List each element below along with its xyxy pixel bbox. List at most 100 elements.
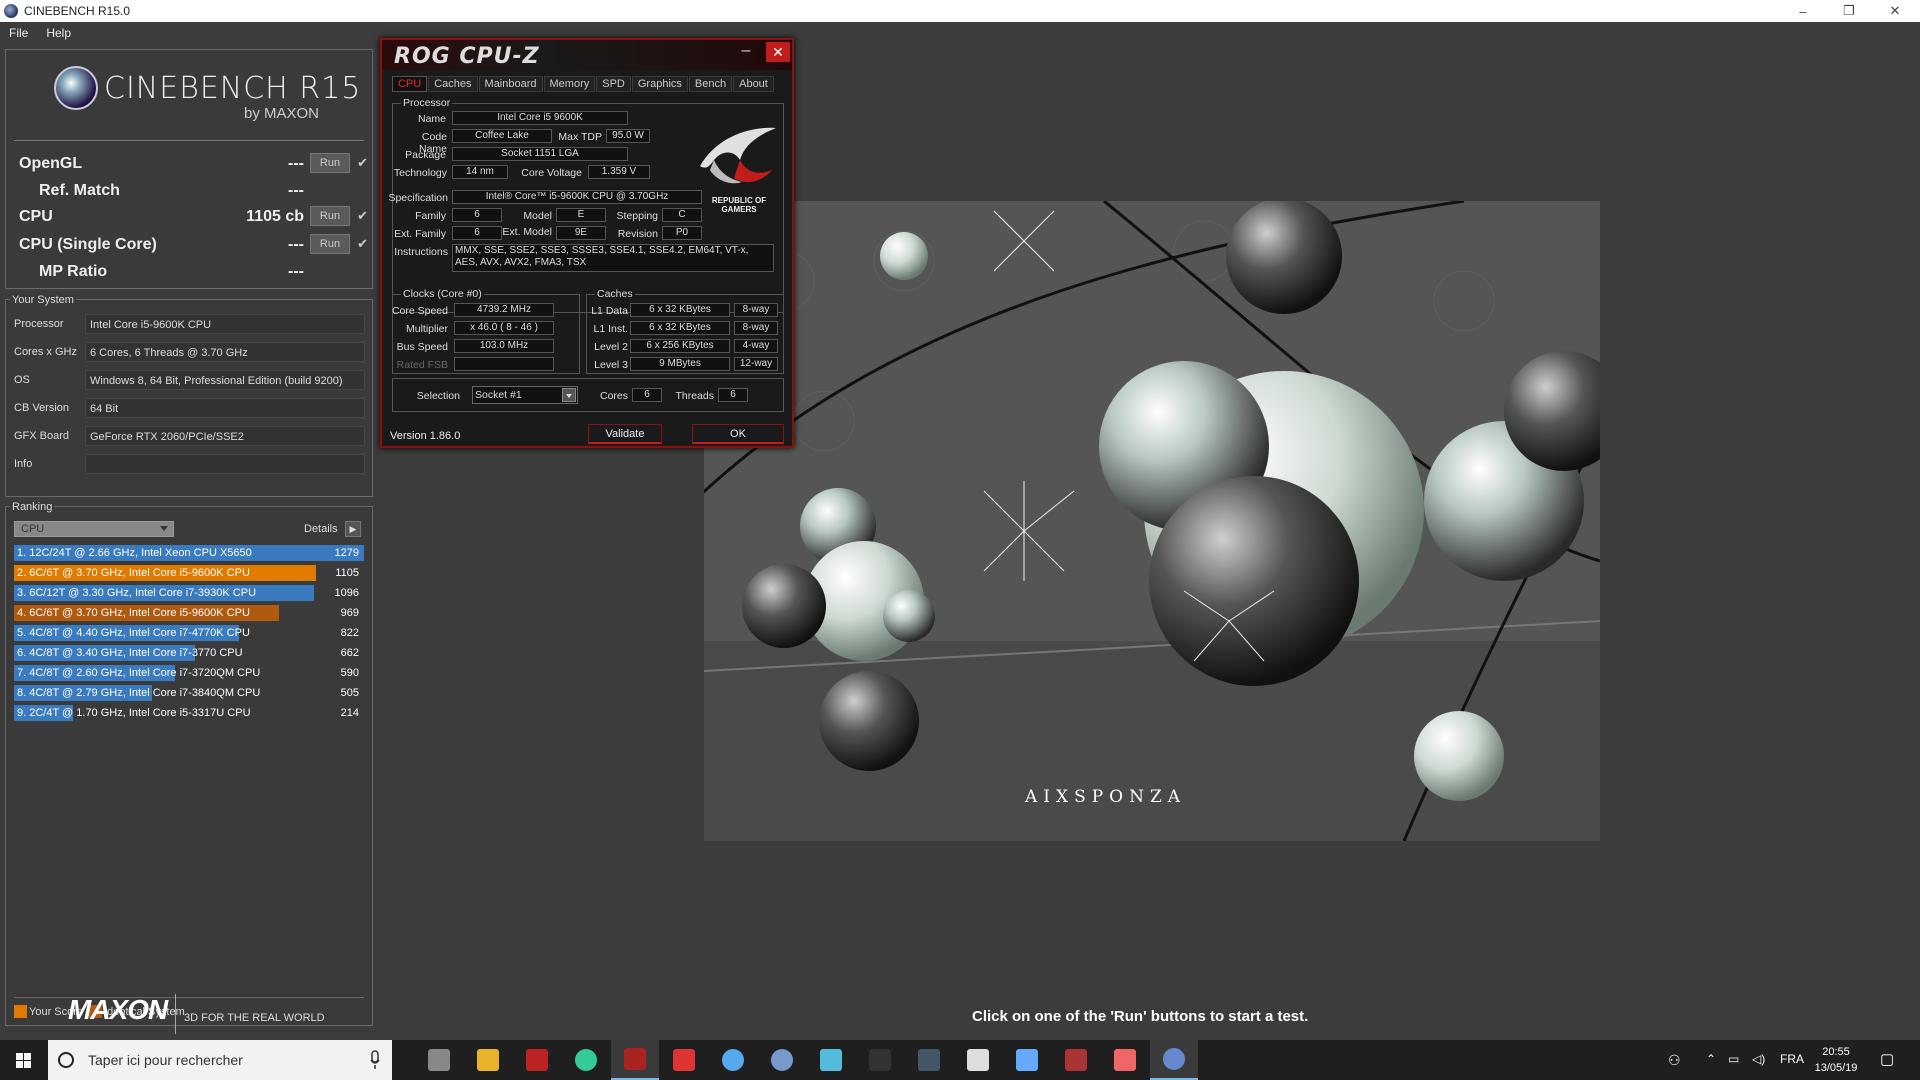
restore-button[interactable]: ❐ [1826, 0, 1872, 22]
people-icon[interactable]: ⚇ [1668, 1052, 1681, 1069]
ranking-row[interactable]: 6. 4C/8T @ 3.40 GHz, Intel Core i7-3770 … [14, 645, 364, 662]
cpuz-close-button[interactable]: ✕ [766, 42, 790, 62]
network-icon[interactable]: ▭ [1728, 1052, 1739, 1066]
taskbar-search[interactable]: Taper ici pour rechercher [48, 1040, 392, 1080]
cores-label: Cores [599, 390, 628, 402]
system-row-os: OS Windows 8, 64 Bit, Professional Editi… [12, 369, 368, 391]
taskbar-chrome-icon[interactable] [562, 1040, 610, 1080]
cpu-score: 1105 cb [246, 208, 304, 225]
menu-file[interactable]: File [0, 26, 37, 40]
menu-bar: File Help [0, 22, 1920, 44]
ranking-row[interactable]: 9. 2C/4T @ 1.70 GHz, Intel Core i5-3317U… [14, 705, 364, 722]
chevron-up-icon[interactable]: ⌃ [1706, 1052, 1716, 1066]
taskbar-epic-games-icon[interactable] [856, 1040, 904, 1080]
system-row-cores: Cores x GHz 6 Cores, 6 Threads @ 3.70 GH… [12, 341, 368, 363]
language-indicator[interactable]: FRA [1780, 1052, 1804, 1066]
cinebench-logo: CINEBENCH R15 [54, 66, 361, 110]
menu-help[interactable]: Help [37, 26, 80, 40]
start-button[interactable] [0, 1040, 46, 1080]
tab-caches[interactable]: Caches [428, 76, 478, 92]
run-cpu-button[interactable]: Run [310, 206, 350, 226]
render-viewport [704, 201, 1600, 841]
volume-icon[interactable]: ◁) [1752, 1052, 1765, 1066]
core-voltage-label: Core Voltage [521, 167, 582, 179]
socket-select[interactable]: Socket #1 [472, 386, 578, 404]
ranking-row-score: 1105 [335, 567, 359, 579]
taskbar-monitor-app-icon[interactable] [807, 1040, 855, 1080]
microphone-icon[interactable] [370, 1050, 380, 1070]
ok-button[interactable]: OK [692, 424, 784, 444]
tab-cpu[interactable]: CPU [392, 76, 428, 92]
tab-spd[interactable]: SPD [596, 76, 631, 92]
ranking-row[interactable]: 5. 4C/8T @ 4.40 GHz, Intel Core i7-4770K… [14, 625, 364, 642]
technology-label: Technology [393, 167, 447, 179]
rated-fsb-field [454, 357, 554, 371]
taskbar-mail-icon[interactable] [954, 1040, 1002, 1080]
selection-label: Selection [416, 390, 460, 402]
taskbar-steam-icon[interactable] [905, 1040, 953, 1080]
taskbar-task-view-icon[interactable] [415, 1040, 463, 1080]
ranking-row[interactable]: 8. 4C/8T @ 2.79 GHz, Intel Core i7-3840Q… [14, 685, 364, 702]
ranking-row[interactable]: 2. 6C/6T @ 3.70 GHz, Intel Core i5-9600K… [14, 565, 364, 582]
taskbar-red-app-icon[interactable] [513, 1040, 561, 1080]
tab-graphics[interactable]: Graphics [631, 76, 688, 92]
logo-subtitle: by MAXON [244, 105, 320, 122]
run-cpu-single-button[interactable]: Run [310, 234, 350, 254]
taskbar-rog-cpuz-icon[interactable] [611, 1040, 659, 1080]
rated-fsb-label: Rated FSB [396, 359, 448, 371]
taskbar-cinebench-icon[interactable] [1150, 1040, 1198, 1080]
details-arrow-button[interactable]: ▶ [345, 521, 361, 537]
monitor-app-glyph [820, 1049, 842, 1071]
l1-data-field: 6 x 32 KBytes [630, 303, 730, 317]
taskbar-gaming-app-icon[interactable] [1052, 1040, 1100, 1080]
ranking-row-score: 1096 [334, 587, 359, 599]
divider [14, 140, 364, 141]
ranking-row[interactable]: 4. 6C/6T @ 3.70 GHz, Intel Core i5-9600K… [14, 605, 364, 622]
cpuz-titlebar: ROG CPU-Z – ✕ [382, 40, 792, 70]
checkmark-icon[interactable]: ✔ [357, 155, 368, 171]
l1-inst-ways-field: 8-way [734, 321, 778, 335]
taskbar-ring-app-icon[interactable] [758, 1040, 806, 1080]
info-field[interactable] [85, 454, 365, 474]
details-label[interactable]: Details [304, 523, 338, 535]
tab-bench[interactable]: Bench [688, 76, 733, 92]
system-key: GFX Board [14, 430, 70, 442]
ranking-row-label: 9. 2C/4T @ 1.70 GHz, Intel Core i5-3317U… [17, 707, 251, 719]
cinebench-glyph [1163, 1048, 1185, 1070]
checkmark-icon[interactable]: ✔ [357, 236, 368, 252]
window-titlebar: CINEBENCH R15.0 – ❐ ✕ [0, 0, 1920, 22]
family-label: Family [415, 210, 446, 222]
ranking-row[interactable]: 7. 4C/8T @ 2.60 GHz, Intel Core i7-3720Q… [14, 665, 364, 682]
taskbar-bright-app-icon[interactable] [1101, 1040, 1149, 1080]
tab-memory[interactable]: Memory [543, 76, 596, 92]
notifications-icon[interactable]: ▢ [1880, 1050, 1894, 1068]
tab-about[interactable]: About [733, 76, 774, 92]
taskbar-notepad-icon[interactable] [1003, 1040, 1051, 1080]
minimize-button[interactable]: – [1780, 0, 1826, 22]
processor-group-title: Processor [401, 97, 453, 109]
cpuz-minimize-button[interactable]: – [734, 42, 758, 64]
run-opengl-button[interactable]: Run [310, 153, 350, 173]
ranking-row[interactable]: 3. 6C/12T @ 3.30 GHz, Intel Core i7-3930… [14, 585, 364, 602]
close-button[interactable]: ✕ [1872, 0, 1918, 22]
maxon-tagline: 3D FOR THE REAL WORLD [184, 1012, 325, 1024]
ext-family-label: Ext. Family [394, 228, 446, 240]
taskbar-rgb-app-icon[interactable] [709, 1040, 757, 1080]
ranking-row[interactable]: 1. 12C/24T @ 2.66 GHz, Intel Xeon CPU X5… [14, 545, 364, 562]
level-3-label: Level 3 [594, 359, 628, 371]
logo-name: CINEBENCH R15 [104, 70, 362, 106]
taskbar-file-explorer-icon[interactable] [464, 1040, 512, 1080]
system-key: Processor [14, 318, 64, 330]
checkmark-icon[interactable]: ✔ [357, 208, 368, 224]
ranking-select[interactable]: CPU [14, 521, 174, 537]
red-app-glyph [526, 1049, 548, 1071]
taskbar-clock[interactable]: 20:55 13/05/19 [1806, 1044, 1866, 1076]
tab-mainboard[interactable]: Mainboard [478, 76, 543, 92]
ranking-row-label: 8. 4C/8T @ 2.79 GHz, Intel Core i7-3840Q… [17, 687, 261, 699]
cores-field: 6 [632, 388, 662, 402]
ranking-row-label: 5. 4C/8T @ 4.40 GHz, Intel Core i7-4770K… [17, 627, 250, 639]
validate-button[interactable]: Validate [588, 424, 662, 444]
revision-field: P0 [662, 226, 702, 240]
your-system-title: Your System [10, 294, 76, 306]
taskbar-gpu-tuner-icon[interactable] [660, 1040, 708, 1080]
